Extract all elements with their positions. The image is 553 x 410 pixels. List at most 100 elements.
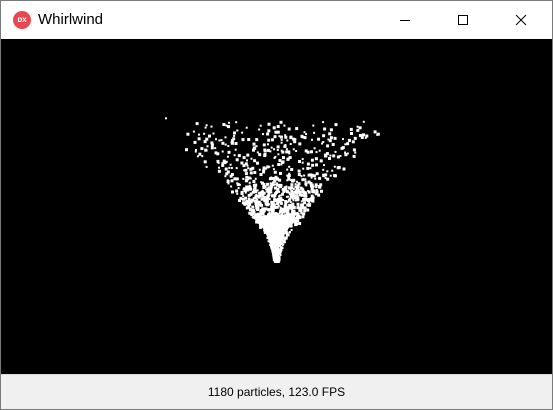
particle	[288, 156, 292, 160]
particle	[283, 144, 287, 148]
particle	[273, 258, 276, 261]
particle	[268, 165, 271, 168]
particle	[287, 186, 291, 190]
particle	[265, 167, 268, 170]
particle	[221, 150, 224, 153]
particle	[298, 222, 302, 225]
particle	[322, 168, 325, 171]
particle	[281, 244, 284, 247]
particle	[278, 135, 281, 138]
particle	[294, 183, 297, 186]
particle	[254, 177, 257, 180]
particle	[246, 188, 250, 192]
minimize-button[interactable]	[382, 1, 428, 39]
particle	[289, 223, 293, 227]
particle	[281, 192, 285, 196]
particle	[297, 173, 301, 176]
particle	[274, 130, 278, 134]
particle	[291, 210, 295, 214]
particle	[274, 261, 277, 263]
particle	[299, 206, 303, 210]
particle	[289, 217, 293, 220]
particle	[248, 181, 251, 184]
particle	[260, 197, 264, 201]
particle	[287, 127, 291, 131]
particle	[271, 208, 275, 212]
particle	[318, 176, 322, 180]
particle	[242, 177, 245, 180]
particle	[356, 128, 360, 132]
particle	[317, 137, 320, 141]
particle	[245, 126, 248, 129]
particle	[314, 183, 318, 187]
particle	[222, 123, 226, 126]
particle	[288, 203, 292, 207]
particle	[301, 203, 305, 207]
particle	[218, 166, 220, 169]
particle	[278, 239, 281, 242]
particle	[249, 167, 253, 171]
particle	[230, 185, 233, 188]
particle	[362, 133, 365, 137]
title-bar[interactable]: DX Whirlwind	[1, 1, 552, 39]
particle	[285, 235, 288, 238]
particle	[274, 231, 276, 234]
particle	[256, 161, 259, 165]
particle	[310, 158, 314, 162]
particle	[241, 201, 245, 205]
particle	[288, 231, 291, 234]
particle	[235, 121, 238, 124]
particle	[323, 153, 326, 156]
maximize-button[interactable]	[440, 1, 486, 39]
particle	[320, 160, 323, 163]
particle	[280, 138, 283, 141]
particle	[227, 125, 230, 129]
particle	[302, 167, 305, 170]
particle	[249, 200, 252, 204]
particle	[165, 117, 167, 120]
particle	[312, 124, 315, 127]
particle	[228, 166, 231, 169]
particle	[310, 176, 313, 179]
particle	[272, 239, 275, 242]
particle	[204, 126, 207, 129]
particle	[246, 153, 250, 157]
particle	[339, 155, 342, 157]
particle	[203, 140, 207, 144]
particle	[214, 147, 217, 150]
particle	[193, 140, 197, 144]
particle	[286, 139, 289, 142]
particle	[250, 157, 253, 160]
particle	[261, 224, 265, 228]
app-icon[interactable]: DX	[13, 11, 31, 29]
particle	[249, 187, 253, 191]
particle-canvas[interactable]	[1, 39, 552, 374]
particle	[354, 151, 357, 154]
particle	[320, 189, 323, 193]
particle	[279, 183, 283, 187]
close-button[interactable]	[498, 1, 544, 39]
particle	[230, 139, 234, 143]
particle	[280, 237, 283, 240]
particle	[259, 124, 262, 127]
particle	[276, 234, 279, 236]
particle	[276, 238, 279, 241]
particle	[352, 154, 356, 158]
particle	[253, 171, 257, 174]
particle	[230, 167, 233, 169]
particle	[310, 173, 314, 177]
particle	[276, 177, 280, 181]
particle	[277, 197, 281, 201]
particle	[246, 159, 248, 162]
particle	[318, 149, 321, 152]
particle	[271, 212, 274, 216]
particle	[303, 197, 307, 201]
particle	[233, 131, 236, 135]
particle	[283, 204, 287, 208]
particle	[275, 216, 279, 220]
particle	[337, 166, 341, 169]
particle	[271, 183, 275, 187]
particle	[247, 193, 251, 197]
particle	[285, 150, 289, 154]
particle	[279, 201, 283, 205]
